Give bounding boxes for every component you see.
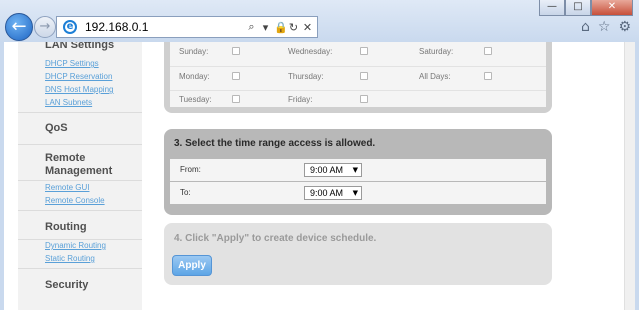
chevron-down-icon: ▼	[352, 189, 358, 197]
checkbox-sunday[interactable]	[232, 47, 240, 55]
chevron-down-icon: ▼	[352, 166, 358, 174]
day-label-wednesday: Wednesday:	[288, 47, 333, 56]
sidebar-divider	[18, 268, 142, 269]
row-divider	[170, 66, 546, 67]
sidebar-link-static-routing[interactable]: Static Routing	[18, 252, 142, 265]
refresh-icon[interactable]: ↻	[288, 21, 299, 34]
from-row: From: 9:00 AM ▼	[170, 159, 546, 181]
back-button[interactable]: ←	[5, 13, 33, 41]
address-actions: ⌕ ▾ 🔒 ↻ ✕	[246, 20, 317, 34]
from-time-value: 9:00 AM	[310, 165, 344, 175]
sidebar-divider	[18, 112, 142, 113]
sidebar-heading-remote-management[interactable]: Remote Management	[18, 152, 128, 178]
sidebar-link-dynamic-routing[interactable]: Dynamic Routing	[18, 239, 142, 252]
home-icon[interactable]: ⌂	[581, 19, 590, 35]
days-grid: Sunday: Wednesday: Saturday: Monday: Thu…	[170, 42, 546, 107]
day-label-all-days: All Days:	[419, 72, 451, 81]
apply-panel: 4. Click "Apply" to create device schedu…	[164, 223, 552, 285]
minimize-button[interactable]: —	[539, 0, 565, 16]
day-label-friday: Friday:	[288, 95, 313, 104]
checkbox-all-days[interactable]	[484, 72, 492, 80]
checkbox-tuesday[interactable]	[232, 95, 240, 103]
day-label-saturday: Saturday:	[419, 47, 454, 56]
from-label: From:	[180, 165, 201, 174]
apply-instruction: 4. Click "Apply" to create device schedu…	[174, 233, 377, 244]
dropdown-icon[interactable]: ▾	[260, 21, 271, 34]
sidebar-heading-qos[interactable]: QoS	[18, 122, 68, 134]
sidebar-heading-lan-settings: LAN Settings	[45, 42, 115, 51]
window-controls: — □ ✕	[539, 0, 633, 16]
sidebar-link-remote-gui[interactable]: Remote GUI	[18, 181, 142, 194]
search-icon[interactable]: ⌕	[246, 20, 257, 34]
forward-button[interactable]: →	[34, 16, 56, 38]
stop-icon[interactable]: ✕	[302, 21, 313, 34]
sidebar-heading-security[interactable]: Security	[18, 279, 88, 291]
day-label-monday: Monday:	[179, 72, 210, 81]
days-panel: Sunday: Wednesday: Saturday: Monday: Thu…	[164, 42, 552, 113]
to-time-value: 9:00 AM	[310, 188, 344, 198]
sidebar-link-lan-subnets[interactable]: LAN Subnets	[18, 96, 142, 109]
sidebar-link-dhcp-settings[interactable]: DHCP Settings	[18, 57, 142, 70]
page-viewport: LAN Settings DHCP Settings DHCP Reservat…	[4, 42, 635, 310]
day-label-sunday: Sunday:	[179, 47, 209, 56]
to-row: To: 9:00 AM ▼	[170, 182, 546, 204]
apply-button[interactable]: Apply	[172, 255, 212, 276]
lock-icon[interactable]: 🔒	[274, 21, 288, 34]
close-window-button[interactable]: ✕	[591, 0, 633, 16]
browser-chrome: — □ ✕ ← → e 192.168.0.1 ⌕ ▾ 🔒 ↻ ✕ ⌂ ☆ ⚙	[0, 0, 639, 42]
checkbox-saturday[interactable]	[484, 47, 492, 55]
time-range-title: 3. Select the time range access is allow…	[174, 138, 376, 149]
day-label-thursday: Thursday:	[288, 72, 324, 81]
checkbox-friday[interactable]	[360, 95, 368, 103]
sidebar-link-dhcp-reservation[interactable]: DHCP Reservation	[18, 70, 142, 83]
sidebar-divider	[18, 210, 142, 211]
sidebar-link-remote-console[interactable]: Remote Console	[18, 194, 142, 207]
sidebar: LAN Settings DHCP Settings DHCP Reservat…	[18, 42, 142, 310]
from-time-select[interactable]: 9:00 AM ▼	[304, 163, 362, 177]
favorites-star-icon[interactable]: ☆	[598, 19, 611, 35]
day-label-tuesday: Tuesday:	[179, 95, 212, 104]
checkbox-thursday[interactable]	[360, 72, 368, 80]
row-divider	[170, 90, 546, 91]
to-time-select[interactable]: 9:00 AM ▼	[304, 186, 362, 200]
vertical-scrollbar[interactable]	[624, 42, 635, 310]
time-range-panel: 3. Select the time range access is allow…	[164, 129, 552, 215]
to-label: To:	[180, 188, 191, 197]
sidebar-link-dns-host-mapping[interactable]: DNS Host Mapping	[18, 83, 142, 96]
checkbox-monday[interactable]	[232, 72, 240, 80]
checkbox-wednesday[interactable]	[360, 47, 368, 55]
sidebar-heading-routing[interactable]: Routing	[18, 221, 87, 233]
sidebar-divider	[18, 144, 142, 145]
address-bar[interactable]: e 192.168.0.1 ⌕ ▾ 🔒 ↻ ✕	[56, 16, 318, 38]
maximize-button[interactable]: □	[565, 0, 591, 16]
settings-gear-icon[interactable]: ⚙	[618, 19, 631, 35]
ie-logo-icon: e	[63, 20, 77, 34]
url-text[interactable]: 192.168.0.1	[85, 20, 246, 34]
toolbar-icons: ⌂ ☆ ⚙	[581, 19, 631, 35]
